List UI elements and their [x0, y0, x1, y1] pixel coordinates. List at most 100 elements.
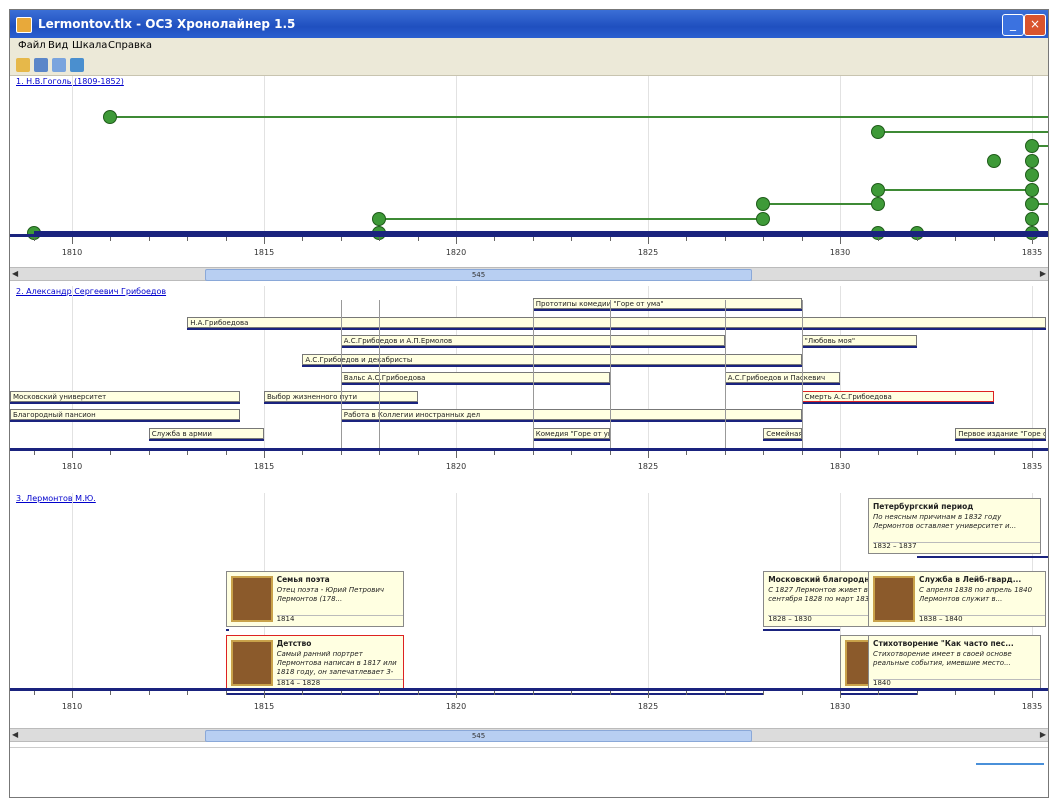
- horizontal-scrollbar-1[interactable]: ◀ 545 ▶: [10, 267, 1048, 281]
- axis-minor-tick: [302, 237, 304, 241]
- timeline-event[interactable]: Служба в армии: [148, 427, 264, 439]
- axis-minor-tick: [264, 237, 265, 244]
- timeline-event[interactable]: А.С.Грибоедов и декабристы: [302, 353, 802, 365]
- timeline-card[interactable]: Семья поэта Отец поэта - Юрий Петрович Ле…: [225, 571, 404, 627]
- axis-minor-tick: [494, 691, 496, 695]
- scroll-thumb[interactable]: 545: [205, 730, 752, 742]
- gogol-event-dot[interactable]: [1025, 182, 1039, 197]
- timeline-event[interactable]: "Любовь моя": [801, 335, 917, 346]
- gogol-period-line[interactable]: [110, 116, 1048, 118]
- axis-minor-tick: [187, 451, 189, 455]
- timeline-event[interactable]: Прототипы комедии "Горе от ума": [532, 298, 802, 309]
- open-icon[interactable]: [16, 58, 30, 72]
- axis-minor-tick: [110, 451, 112, 455]
- gogol-event-dot[interactable]: [1025, 168, 1039, 182]
- axis-minor-tick: [571, 237, 573, 241]
- scroll-thumb[interactable]: 545: [205, 269, 752, 281]
- gogol-event-dot[interactable]: [372, 211, 387, 226]
- timeline-event[interactable]: Н.А.Грибоедова: [187, 316, 1046, 328]
- scroll-right-arrow[interactable]: ▶: [1040, 268, 1046, 280]
- axis-minor-tick: [878, 237, 880, 241]
- minimize-button[interactable]: _: [1002, 14, 1024, 36]
- year-label: 1815: [253, 248, 275, 257]
- axis-minor-tick: [340, 691, 342, 695]
- event-duration-bar: [532, 309, 802, 311]
- year-label: 1820: [445, 248, 467, 257]
- axis-minor-tick: [532, 451, 534, 455]
- menu-view[interactable]: Вид: [48, 40, 68, 51]
- panel-title[interactable]: 3. Лермонтов М.Ю.: [16, 494, 96, 503]
- timeline-axis: [10, 448, 1048, 451]
- card-years: 1838 – 1840: [919, 615, 963, 623]
- axis-minor-tick: [686, 237, 688, 241]
- timeline-event[interactable]: Благородный пансион: [10, 409, 241, 420]
- gogol-event-dot[interactable]: [1025, 153, 1039, 168]
- scroll-left-arrow[interactable]: ◀: [12, 268, 18, 280]
- timeline-event[interactable]: Семейная жизнь: [763, 427, 802, 439]
- gogol-period-line[interactable]: [878, 130, 1048, 133]
- horizontal-scrollbar-3[interactable]: ◀ 545 ▶: [10, 728, 1048, 742]
- gogol-event-dot[interactable]: [871, 124, 886, 139]
- app-window: Lermontov.tlx - ОСЗ Хронолайнер 1.5 _ × …: [9, 9, 1049, 798]
- timeline-card[interactable]: Служба в Лейб-гвард... С апреля 1838 по а…: [868, 571, 1046, 627]
- year-label: 1820: [445, 702, 467, 711]
- gogol-event-dot[interactable]: [986, 153, 1001, 168]
- event-connector: [724, 300, 726, 448]
- year-label: 1815: [253, 462, 275, 471]
- grid-line: [456, 76, 457, 234]
- axis-minor-tick: [417, 451, 419, 455]
- scroll-right-arrow[interactable]: ▶: [1040, 729, 1046, 741]
- scroll-left-arrow[interactable]: ◀: [12, 729, 18, 741]
- timeline-event[interactable]: Работа в Коллегии иностранных дел: [340, 409, 802, 420]
- save-icon[interactable]: [34, 58, 48, 72]
- refresh-icon[interactable]: [70, 58, 84, 72]
- panel-title[interactable]: 1. Н.В.Гоголь (1809-1852): [16, 77, 124, 86]
- card-description: По неясным причинам в 1832 году Лермонто…: [873, 513, 1017, 530]
- toolbar: [10, 55, 1048, 76]
- menu-file[interactable]: Файл: [18, 40, 46, 51]
- menu-bar: Файл Вид Шкала Справка: [10, 38, 1048, 55]
- timeline-event[interactable]: Смерть А.С.Грибоедова: [801, 390, 994, 402]
- gogol-period-line[interactable]: [379, 217, 764, 220]
- close-button[interactable]: ×: [1024, 14, 1046, 36]
- gogol-event-dot[interactable]: [871, 197, 886, 211]
- grid-line: [456, 493, 457, 688]
- grid-line: [840, 76, 841, 234]
- event-duration-bar: [532, 438, 610, 441]
- axis-minor-tick: [1032, 237, 1033, 244]
- axis-minor-tick: [993, 237, 995, 241]
- grid-line: [72, 76, 73, 234]
- panel-title[interactable]: 2. Александр Сергеевич Грибоедов: [16, 287, 166, 296]
- gogol-event-dot[interactable]: [1025, 197, 1039, 211]
- axis-minor-tick: [225, 691, 227, 695]
- year-label: 1810: [61, 248, 83, 257]
- menu-scale[interactable]: Шкала: [72, 40, 107, 51]
- timeline-card[interactable]: Детство Самый ранний портрет Лермонтова н…: [225, 635, 404, 691]
- timeline-event[interactable]: Московский университет: [10, 390, 241, 402]
- year-label: 1825: [637, 248, 659, 257]
- gogol-period-line[interactable]: [763, 203, 879, 205]
- timeline-card[interactable]: Стихотворение "Как часто пес... Стихотвор…: [868, 635, 1041, 691]
- gogol-event-dot[interactable]: [756, 197, 771, 211]
- timeline-event[interactable]: Комедия "Горе от ума": [532, 427, 610, 439]
- event-duration-bar: [148, 438, 264, 441]
- gogol-event-dot[interactable]: [1025, 139, 1039, 153]
- axis-minor-tick: [609, 237, 611, 241]
- gogol-event-dot[interactable]: [871, 182, 886, 197]
- zoom-icon[interactable]: [52, 58, 66, 72]
- timeline-event[interactable]: Вальс А.С.Грибоедова: [340, 372, 610, 383]
- axis-minor-tick: [302, 451, 304, 455]
- gogol-event-dot[interactable]: [1025, 211, 1039, 226]
- gogol-period-line[interactable]: [878, 188, 1032, 191]
- card-years: 1828 – 1830: [768, 615, 812, 623]
- timeline-card[interactable]: Петербургский период По неясным причинам …: [868, 498, 1041, 554]
- menu-help[interactable]: Справка: [108, 40, 152, 51]
- gogol-event-dot[interactable]: [103, 110, 118, 124]
- timeline-event[interactable]: Первое издание "Горе от ума": [955, 427, 1046, 439]
- axis-minor-tick: [417, 237, 419, 241]
- axis-minor-tick: [916, 691, 918, 695]
- axis-minor-tick: [110, 237, 112, 241]
- timeline-event[interactable]: А.С.Грибоедов и Паскевич: [724, 372, 840, 383]
- gogol-event-dot[interactable]: [756, 211, 771, 226]
- grid-line: [1032, 286, 1033, 448]
